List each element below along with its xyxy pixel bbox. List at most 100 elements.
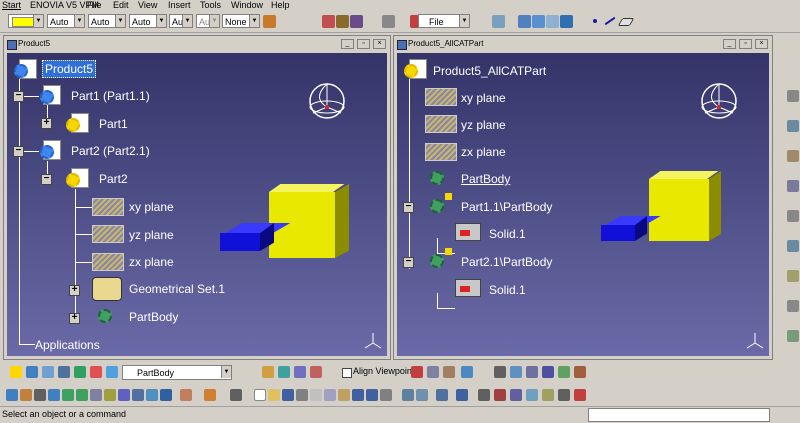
partbody-icon[interactable]	[95, 306, 115, 326]
tool-icon[interactable]	[461, 366, 473, 378]
sketch-positioned-icon[interactable]	[278, 366, 290, 378]
partbody-icon[interactable]	[427, 168, 447, 188]
analysis-icon[interactable]	[310, 366, 322, 378]
search-icon[interactable]	[518, 15, 531, 28]
tree-root-label[interactable]: Product5_AllCATPart	[433, 63, 546, 79]
tool-icon[interactable]	[787, 240, 799, 252]
body-combo[interactable]: PartBody ▼	[122, 365, 232, 380]
plane-icon[interactable]	[92, 225, 124, 243]
save-management-icon[interactable]	[336, 15, 349, 28]
pan-icon[interactable]	[34, 389, 46, 401]
part-icon[interactable]	[63, 168, 89, 188]
close-button[interactable]: ×	[755, 39, 768, 49]
filter-icon[interactable]	[560, 15, 573, 28]
menu-window[interactable]: Window	[231, 0, 263, 10]
redo-icon[interactable]	[366, 389, 378, 401]
tree-item-solid1-b[interactable]: Solid.1	[489, 282, 526, 298]
tool-icon[interactable]	[436, 389, 448, 401]
restore-button[interactable]: ▫	[357, 39, 370, 49]
tree-item-xy-plane[interactable]: xy plane	[461, 90, 506, 106]
tool-icon[interactable]	[526, 389, 538, 401]
tree-item-partbody-main[interactable]: PartBody	[461, 171, 510, 187]
tool-icon[interactable]	[180, 389, 192, 401]
collapse-toggle[interactable]: −	[41, 174, 52, 185]
expand-toggle[interactable]: +	[69, 285, 80, 296]
catalog-icon[interactable]	[322, 15, 335, 28]
linetype-combo[interactable]: Auto ▼	[129, 14, 167, 28]
3d-viewport[interactable]: Product5 − Part1 (Part1.1) + Part1 − Par…	[7, 53, 387, 356]
layer-combo-disabled[interactable]: Aut ▼	[196, 14, 220, 28]
compass-icon[interactable]	[307, 81, 347, 121]
save-icon[interactable]	[282, 389, 294, 401]
collapse-toggle[interactable]: −	[13, 146, 24, 157]
tool-icon[interactable]	[787, 330, 799, 342]
multi-view-icon[interactable]	[104, 389, 116, 401]
rib-icon[interactable]	[90, 366, 102, 378]
product-icon[interactable]	[350, 15, 363, 28]
tool-icon[interactable]	[402, 389, 414, 401]
zoom-in-icon[interactable]	[62, 389, 74, 401]
undo-icon[interactable]	[352, 389, 364, 401]
menu-tools[interactable]: Tools	[200, 0, 221, 10]
tool-icon[interactable]	[204, 389, 216, 401]
tool-icon[interactable]	[542, 389, 554, 401]
tool-icon[interactable]	[787, 270, 799, 282]
menu-file[interactable]: File	[87, 0, 102, 10]
tool-icon[interactable]	[427, 366, 439, 378]
hide-show-icon[interactable]	[146, 389, 158, 401]
plane-icon[interactable]	[425, 115, 457, 133]
normal-view-icon[interactable]	[90, 389, 102, 401]
window-titlebar[interactable]: Product5 _ ▫ ×	[4, 36, 390, 52]
new-icon[interactable]	[254, 389, 266, 401]
collapse-toggle[interactable]: −	[13, 91, 24, 102]
menu-edit[interactable]: Edit	[113, 0, 129, 10]
tree-root-label[interactable]: Product5	[42, 60, 97, 78]
tool-icon[interactable]	[416, 389, 428, 401]
command-input[interactable]	[588, 408, 770, 422]
point-icon[interactable]	[593, 19, 597, 23]
tool-icon[interactable]	[574, 389, 586, 401]
align-viewpoint-checkbox[interactable]	[342, 368, 352, 378]
law-icon[interactable]	[526, 366, 538, 378]
box-icon[interactable]	[382, 15, 395, 28]
solid-icon[interactable]	[455, 223, 481, 241]
tool-icon[interactable]	[456, 389, 468, 401]
menu-help[interactable]: Help	[271, 0, 290, 10]
tool-icon[interactable]	[558, 389, 570, 401]
restore-button[interactable]: ▫	[739, 39, 752, 49]
tree-item-geometrical-set[interactable]: Geometrical Set.1	[129, 281, 225, 297]
part-root-icon[interactable]	[401, 59, 427, 79]
solid-icon[interactable]	[455, 279, 481, 297]
expand-toggle[interactable]: +	[41, 118, 52, 129]
cut-icon[interactable]	[310, 389, 322, 401]
tool-icon[interactable]	[787, 120, 799, 132]
line-icon[interactable]	[604, 16, 616, 26]
tree-item-part2-instance[interactable]: Part2 (Part2.1)	[71, 143, 150, 159]
fit-all-icon[interactable]	[20, 389, 32, 401]
measure-icon[interactable]	[478, 389, 490, 401]
tree-expand-icon[interactable]	[492, 15, 505, 28]
product-root-icon[interactable]	[11, 59, 37, 79]
plane-icon[interactable]	[425, 88, 457, 106]
slot-icon[interactable]	[106, 366, 118, 378]
compass-icon[interactable]	[699, 81, 739, 121]
allcatpart-window[interactable]: Product5_AllCATPart _ ▫ × Product5_AllCA…	[393, 35, 773, 360]
3d-viewport[interactable]: Product5_AllCATPart xy plane yz plane zx…	[397, 53, 769, 356]
tool-icon[interactable]	[787, 180, 799, 192]
pad-icon[interactable]	[10, 366, 22, 378]
pocket-icon[interactable]	[26, 366, 38, 378]
menu-insert[interactable]: Insert	[168, 0, 191, 10]
tree-item-part1[interactable]: Part1	[99, 116, 128, 132]
tool-icon[interactable]	[510, 389, 522, 401]
plane-icon[interactable]	[425, 143, 457, 161]
render-style-combo[interactable]: None ▼	[222, 14, 260, 28]
tree-item-partbody[interactable]: PartBody	[129, 309, 178, 325]
component-icon[interactable]	[37, 85, 63, 105]
plane-icon[interactable]	[92, 253, 124, 271]
paste-icon[interactable]	[338, 389, 350, 401]
tool-icon[interactable]	[411, 366, 423, 378]
sketch-icon[interactable]	[262, 366, 274, 378]
tree-item-part1-instance[interactable]: Part1 (Part1.1)	[71, 88, 150, 104]
body-icon[interactable]	[427, 251, 447, 271]
plane-icon[interactable]	[617, 18, 635, 26]
